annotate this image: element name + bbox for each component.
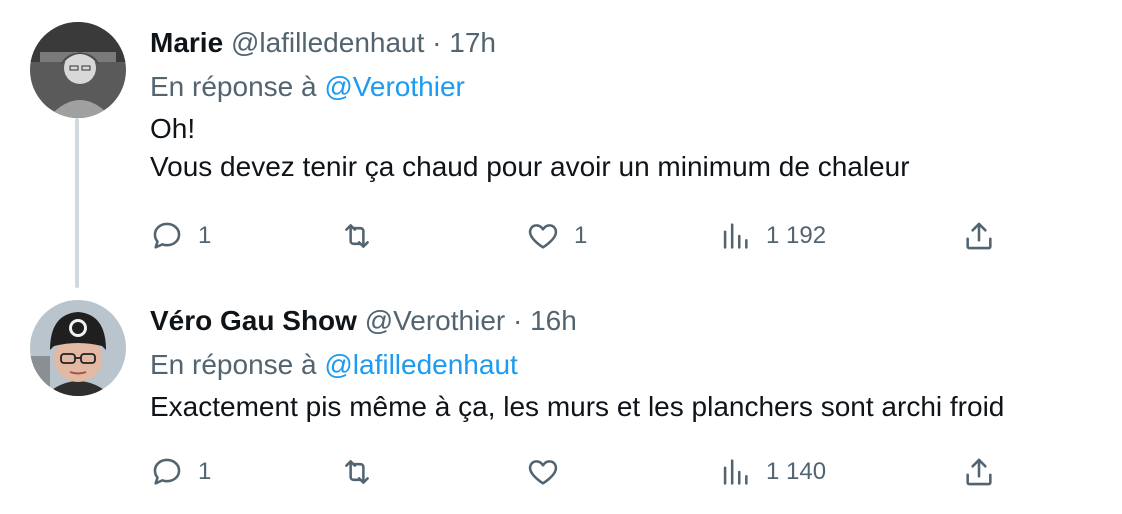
reply-to-link[interactable]: @Verothier bbox=[324, 71, 465, 102]
separator-dot: · bbox=[432, 27, 442, 58]
share-icon bbox=[966, 458, 992, 486]
share-button[interactable] bbox=[962, 452, 996, 492]
timestamp[interactable]: 16h bbox=[530, 305, 577, 336]
reply-prefix: En réponse à bbox=[150, 71, 317, 102]
author-name[interactable]: Marie bbox=[150, 27, 223, 58]
views-button[interactable]: 1 140 bbox=[718, 452, 826, 492]
reply-to-link[interactable]: @lafilledenhaut bbox=[324, 349, 517, 380]
retweet-button[interactable] bbox=[340, 452, 388, 492]
like-button[interactable]: 1 bbox=[526, 216, 587, 256]
separator-dot: · bbox=[513, 305, 523, 336]
tweet-header: Véro Gau Show @Verothier · 16h bbox=[150, 304, 1102, 338]
tweet[interactable]: Véro Gau Show @Verothier · 16h En répons… bbox=[0, 282, 1122, 514]
author-handle[interactable]: @Verothier bbox=[365, 305, 506, 336]
reply-count: 1 bbox=[198, 222, 212, 249]
retweet-icon bbox=[345, 224, 369, 248]
views-icon bbox=[723, 223, 748, 249]
reply-count: 1 bbox=[198, 458, 212, 485]
retweet-icon bbox=[345, 460, 369, 484]
reply-icon bbox=[153, 222, 181, 249]
tweet[interactable]: Marie @lafilledenhaut · 17h En réponse à… bbox=[0, 0, 1122, 270]
reply-prefix: En réponse à bbox=[150, 349, 317, 380]
avatar[interactable] bbox=[30, 22, 126, 118]
like-button[interactable] bbox=[526, 452, 574, 492]
heart-icon bbox=[528, 460, 558, 485]
views-count: 1 192 bbox=[766, 222, 827, 249]
reply-context: En réponse à @Verothier bbox=[150, 70, 1102, 104]
timestamp[interactable]: 17h bbox=[449, 27, 496, 58]
share-icon bbox=[966, 222, 992, 250]
tweet-text: Exactement pis même à ça, les murs et le… bbox=[150, 391, 1005, 422]
tweet-content: Marie @lafilledenhaut · 17h En réponse à… bbox=[150, 26, 1102, 186]
tweet-content: Véro Gau Show @Verothier · 16h En répons… bbox=[150, 304, 1102, 426]
views-button[interactable]: 1 192 bbox=[718, 216, 826, 256]
reply-button[interactable]: 1 bbox=[150, 216, 211, 256]
avatar[interactable] bbox=[30, 300, 126, 396]
reply-icon bbox=[153, 458, 181, 485]
retweet-button[interactable] bbox=[340, 216, 388, 256]
tweet-text: Oh! Vous devez tenir ça chaud pour avoir… bbox=[150, 113, 910, 182]
views-count: 1 140 bbox=[766, 458, 827, 485]
reply-button[interactable]: 1 bbox=[150, 452, 211, 492]
heart-icon bbox=[528, 224, 558, 249]
author-name[interactable]: Véro Gau Show bbox=[150, 305, 357, 336]
share-button[interactable] bbox=[962, 216, 996, 256]
reply-context: En réponse à @lafilledenhaut bbox=[150, 348, 1102, 382]
author-handle[interactable]: @lafilledenhaut bbox=[231, 27, 424, 58]
like-count: 1 bbox=[574, 222, 588, 249]
views-icon bbox=[723, 459, 748, 485]
tweet-header: Marie @lafilledenhaut · 17h bbox=[150, 26, 1102, 60]
action-bar: 1 1 140 bbox=[150, 452, 1010, 492]
action-bar: 1 1 1 192 bbox=[150, 216, 1010, 256]
